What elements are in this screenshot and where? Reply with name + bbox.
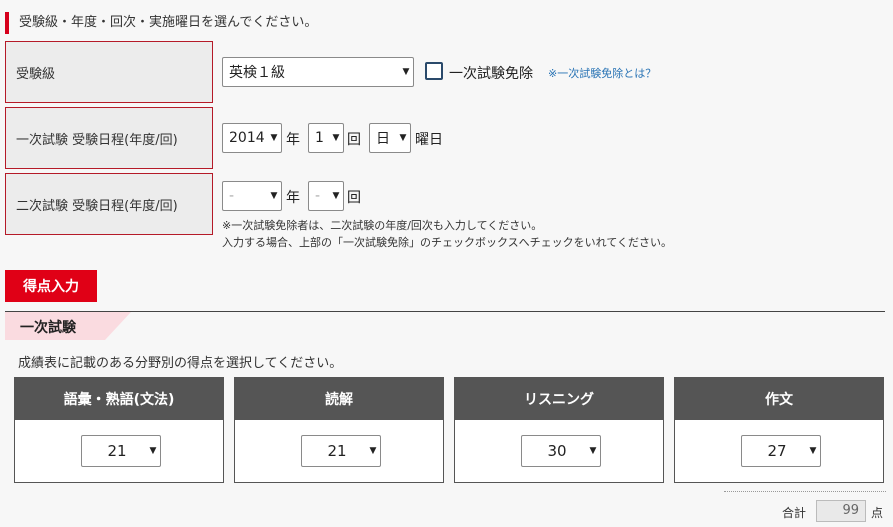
chevron-down-icon: ▼	[402, 67, 410, 77]
listening-score-value: 30	[547, 442, 567, 460]
chevron-down-icon: ▼	[809, 446, 817, 456]
reading-score-value: 21	[327, 442, 347, 460]
first-round-select[interactable]: 1 ▼	[308, 123, 344, 153]
chevron-down-icon: ▼	[332, 133, 340, 143]
score-column-header: 語彙・熟語(文法)	[15, 378, 223, 420]
score-column-writing: 作文 27 ▼	[674, 377, 884, 483]
first-exam-label: 一次試験 受験日程(年度/回)	[5, 107, 213, 169]
score-column-reading: 読解 21 ▼	[234, 377, 444, 483]
first-exam-section-title: 一次試験	[20, 320, 76, 336]
vocabulary-score-value: 21	[107, 442, 127, 460]
first-year-unit: 年	[286, 132, 300, 148]
intro-heading: 受験級・年度・回次・実施曜日を選んでください。	[5, 12, 317, 34]
grade-select-value: 英検１級	[229, 65, 285, 81]
score-column-header: リスニング	[455, 378, 663, 420]
second-round-unit: 回	[347, 190, 361, 206]
vocabulary-score-select[interactable]: 21 ▼	[81, 435, 161, 467]
score-column-vocabulary: 語彙・熟語(文法) 21 ▼	[14, 377, 224, 483]
chevron-down-icon: ▼	[149, 446, 157, 456]
second-round-value: -	[315, 188, 321, 204]
first-day-select[interactable]: 日 ▼	[369, 123, 411, 153]
chevron-down-icon: ▼	[399, 133, 407, 143]
score-column-header: 読解	[235, 378, 443, 420]
second-year-value: -	[229, 188, 235, 204]
second-note-line1: ※一次試験免除者は、二次試験の年度/回次も入力してください。	[222, 219, 543, 232]
second-round-select[interactable]: - ▼	[308, 181, 344, 211]
score-column-listening: リスニング 30 ▼	[454, 377, 664, 483]
second-year-unit: 年	[286, 190, 300, 206]
listening-score-select[interactable]: 30 ▼	[521, 435, 601, 467]
total-divider	[724, 491, 886, 492]
grade-select[interactable]: 英検１級 ▼	[222, 57, 414, 87]
second-exam-label: 二次試験 受験日程(年度/回)	[5, 173, 213, 235]
writing-score-select[interactable]: 27 ▼	[741, 435, 821, 467]
chevron-down-icon: ▼	[270, 133, 278, 143]
first-day-unit: 曜日	[415, 132, 443, 148]
second-year-select[interactable]: - ▼	[222, 181, 282, 211]
total-unit: 点	[871, 506, 884, 520]
first-year-select[interactable]: 2014 ▼	[222, 123, 282, 153]
total-score-field: 99	[816, 500, 866, 522]
first-round-unit: 回	[347, 132, 361, 148]
exempt-checkbox[interactable]	[425, 62, 443, 80]
second-note-line2: 入力する場合、上部の「一次試験免除」のチェックボックスへチェックをいれてください…	[222, 236, 673, 249]
score-input-heading: 得点入力	[5, 270, 97, 302]
first-day-value: 日	[376, 131, 390, 147]
reading-score-select[interactable]: 21 ▼	[301, 435, 381, 467]
first-round-value: 1	[315, 130, 324, 146]
section-divider	[5, 311, 885, 312]
chevron-down-icon: ▼	[369, 446, 377, 456]
score-instruction: 成績表に記載のある分野別の得点を選択してください。	[18, 356, 343, 371]
chevron-down-icon: ▼	[589, 446, 597, 456]
exempt-help-link[interactable]: ※一次試験免除とは？	[548, 65, 656, 81]
total-label: 合計	[782, 506, 807, 520]
grade-label: 受験級	[5, 41, 213, 103]
score-column-header: 作文	[675, 378, 883, 420]
chevron-down-icon: ▼	[332, 191, 340, 201]
writing-score-value: 27	[767, 442, 787, 460]
exempt-label: 一次試験免除	[449, 66, 533, 82]
chevron-down-icon: ▼	[270, 191, 278, 201]
first-year-value: 2014	[229, 130, 265, 146]
